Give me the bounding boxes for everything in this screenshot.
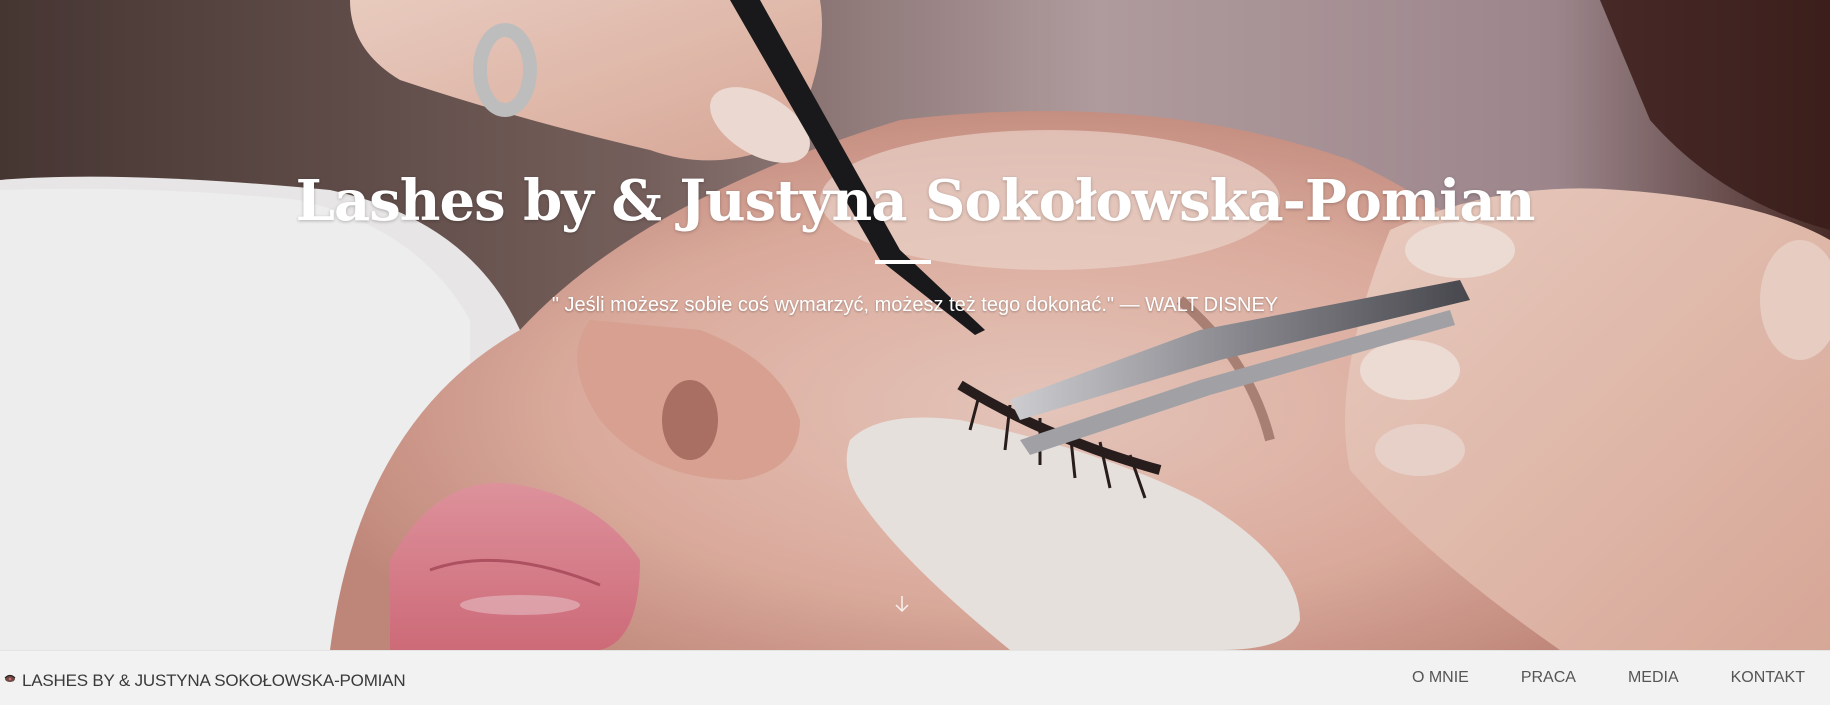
brand-name: LASHES BY & JUSTYNA SOKOŁOWSKA-POMIAN — [22, 671, 406, 690]
brand-link[interactable]: LASHES BY & JUSTYNA SOKOŁOWSKA-POMIAN — [4, 670, 406, 692]
nav-link-o-mnie[interactable]: O MNIE — [1412, 667, 1469, 689]
hero-divider — [875, 260, 931, 264]
nav-link-media[interactable]: MEDIA — [1628, 667, 1679, 689]
hero-quote: " Jeśli możesz sobie coś wymarzyć, możes… — [551, 294, 1279, 316]
arrow-down-icon[interactable] — [890, 592, 914, 616]
hero-title: Lashes by & Justyna Sokołowska-Pomian — [295, 168, 1536, 234]
nav-link-kontakt[interactable]: KONTAKT — [1731, 667, 1805, 689]
hero-background-image — [0, 0, 1830, 650]
logo-icon — [4, 674, 16, 682]
hero-section: Lashes by & Justyna Sokołowska-Pomian " … — [0, 0, 1830, 650]
nav-links: O MNIE PRACA MEDIA KONTAKT — [1360, 667, 1805, 689]
navigation-bar: LASHES BY & JUSTYNA SOKOŁOWSKA-POMIAN O … — [0, 650, 1830, 705]
nav-link-praca[interactable]: PRACA — [1521, 667, 1576, 689]
